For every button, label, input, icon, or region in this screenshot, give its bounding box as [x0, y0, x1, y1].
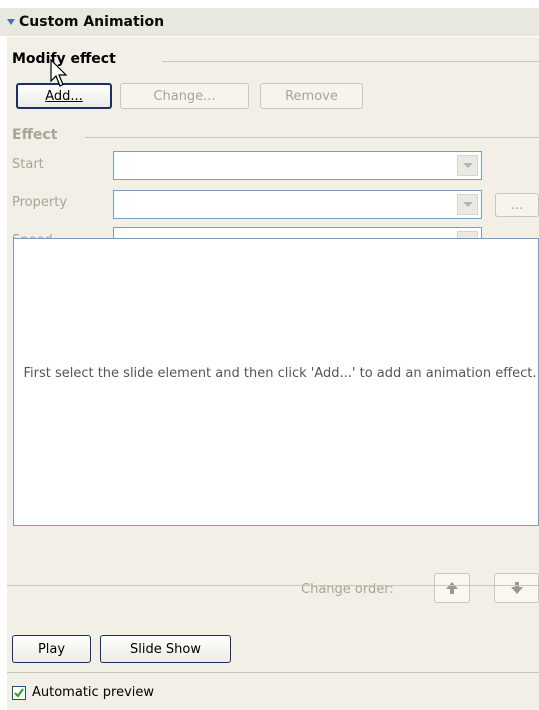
move-up-button[interactable]: [434, 573, 470, 603]
start-label: Start: [12, 157, 44, 172]
slide-show-button[interactable]: Slide Show: [100, 635, 231, 663]
property-select[interactable]: [113, 190, 482, 219]
checkmark-icon: [14, 688, 24, 698]
property-options-button[interactable]: ...: [495, 193, 539, 217]
arrow-down-icon: [510, 582, 523, 594]
effect-section-title: Effect: [12, 127, 58, 143]
property-dropdown-icon[interactable]: [457, 194, 478, 215]
empty-list-message: First select the slide element and then …: [23, 366, 537, 381]
order-separator: [7, 585, 539, 586]
effect-list[interactable]: First select the slide element and then …: [13, 238, 539, 526]
effect-divider: [85, 137, 539, 138]
modify-effect-divider: [162, 61, 539, 62]
move-down-button[interactable]: [494, 573, 539, 603]
custom-animation-header[interactable]: Custom Animation: [0, 8, 539, 36]
start-dropdown-icon[interactable]: [457, 155, 478, 176]
start-select[interactable]: [113, 151, 482, 180]
automatic-preview-label: Automatic preview: [32, 685, 155, 700]
change-button-label: Change...: [153, 88, 216, 104]
remove-effect-button[interactable]: Remove: [260, 83, 363, 109]
property-label: Property: [12, 195, 68, 210]
play-button-label: Play: [37, 641, 66, 657]
add-button-label: Add...: [45, 88, 83, 104]
automatic-preview-checkbox[interactable]: [12, 686, 26, 700]
change-effect-button[interactable]: Change...: [120, 83, 249, 109]
remove-button-label: Remove: [285, 88, 338, 104]
arrow-up-icon: [446, 582, 458, 594]
mouse-cursor-icon: [50, 59, 68, 87]
slide-show-button-label: Slide Show: [130, 641, 201, 657]
panel-title: Custom Animation: [19, 14, 165, 30]
preview-separator: [7, 672, 539, 673]
play-button[interactable]: Play: [12, 635, 91, 663]
collapse-arrow-icon[interactable]: [7, 19, 15, 25]
property-options-label: ...: [510, 197, 524, 213]
